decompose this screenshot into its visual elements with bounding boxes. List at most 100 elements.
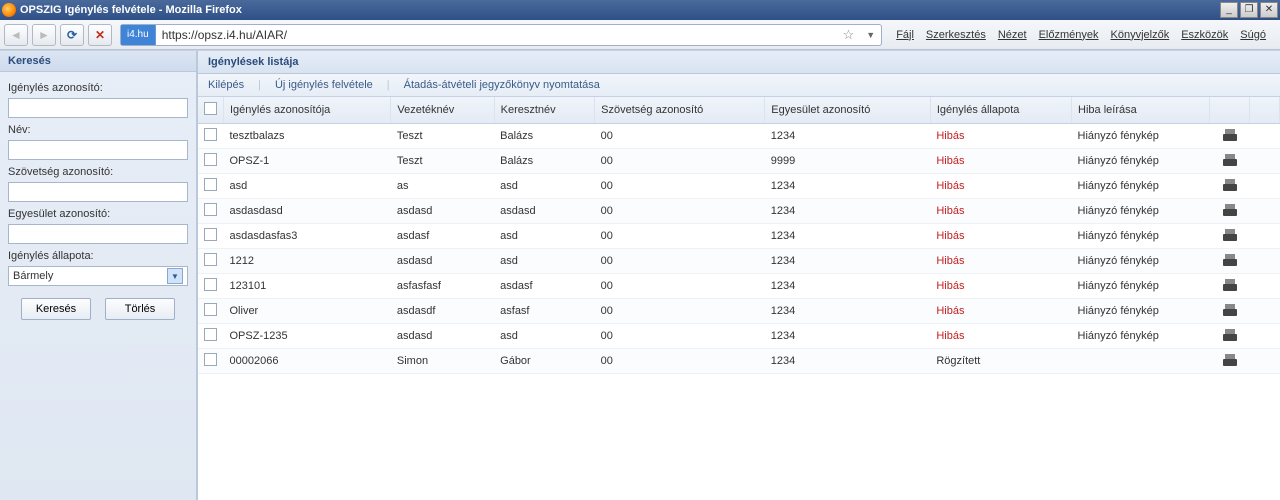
table-row[interactable]: OPSZ-1235asdasdasd001234HibásHiányzó fén… <box>198 324 1280 349</box>
reload-button[interactable]: ⟳ <box>60 24 84 46</box>
menu-item[interactable]: Szerkesztés <box>926 29 986 41</box>
cell-club: 1234 <box>765 324 931 349</box>
table-row[interactable]: tesztbalazsTesztBalázs001234HibásHiányzó… <box>198 124 1280 149</box>
table-row[interactable]: Oliverasdasdfasfasf001234HibásHiányzó fé… <box>198 299 1280 324</box>
requests-table: Igénylés azonosítója Vezetéknév Keresztn… <box>198 97 1280 374</box>
row-checkbox[interactable] <box>198 124 224 149</box>
action-new[interactable]: Új igénylés felvétele <box>275 79 373 91</box>
address-bar[interactable]: i4.hu https://opsz.i4.hu/AIAR/ ☆ ▼ <box>120 24 882 46</box>
label-club: Egyesület azonosító: <box>8 208 188 220</box>
print-button[interactable] <box>1210 149 1250 174</box>
input-club[interactable] <box>8 224 188 244</box>
print-button[interactable] <box>1210 324 1250 349</box>
label-name: Név: <box>8 124 188 136</box>
print-button[interactable] <box>1210 124 1250 149</box>
row-checkbox[interactable] <box>198 199 224 224</box>
browser-toolbar: ◄ ► ⟳ ✕ i4.hu https://opsz.i4.hu/AIAR/ ☆… <box>0 20 1280 50</box>
select-status[interactable]: Bármely ▼ <box>8 266 188 286</box>
cell-firstname: asd <box>494 174 595 199</box>
cell-club: 1234 <box>765 349 931 374</box>
input-id[interactable] <box>8 98 188 118</box>
cell-id: 00002066 <box>224 349 391 374</box>
cell-firstname: asd <box>494 249 595 274</box>
menu-item[interactable]: Könyvjelzők <box>1111 29 1170 41</box>
col-status[interactable]: Igénylés állapota <box>930 97 1071 124</box>
printer-icon <box>1223 204 1237 216</box>
row-checkbox[interactable] <box>198 274 224 299</box>
cell-club: 1234 <box>765 199 931 224</box>
sidebar-header: Keresés <box>0 51 196 72</box>
cell-firstname: Gábor <box>494 349 595 374</box>
cell-status: Hibás <box>930 174 1071 199</box>
minimize-button[interactable]: _ <box>1220 2 1238 18</box>
cell-club: 1234 <box>765 174 931 199</box>
content-header: Igénylések listája <box>198 51 1280 74</box>
row-checkbox[interactable] <box>198 149 224 174</box>
table-row[interactable]: OPSZ-1TesztBalázs009999HibásHiányzó fény… <box>198 149 1280 174</box>
cell-lastname: Simon <box>391 349 494 374</box>
stop-button[interactable]: ✕ <box>88 24 112 46</box>
back-button[interactable]: ◄ <box>4 24 28 46</box>
printer-icon <box>1223 229 1237 241</box>
print-button[interactable] <box>1210 224 1250 249</box>
bookmark-star-icon[interactable]: ☆ <box>837 27 861 43</box>
print-button[interactable] <box>1210 274 1250 299</box>
search-button[interactable]: Keresés <box>21 298 91 320</box>
col-error[interactable]: Hiba leírása <box>1072 97 1210 124</box>
input-federation[interactable] <box>8 182 188 202</box>
action-print[interactable]: Átadás-átvételi jegyzőkönyv nyomtatása <box>404 79 600 91</box>
row-checkbox[interactable] <box>198 174 224 199</box>
print-button[interactable] <box>1210 299 1250 324</box>
table-row[interactable]: 123101asfasfasfasdasf001234HibásHiányzó … <box>198 274 1280 299</box>
input-name[interactable] <box>8 140 188 160</box>
header-checkbox[interactable] <box>198 97 224 124</box>
restore-button[interactable]: ❐ <box>1240 2 1258 18</box>
clear-button[interactable]: Törlés <box>105 298 175 320</box>
window-title: OPSZIG Igénylés felvétele - Mozilla Fire… <box>20 4 242 16</box>
url-dropdown-icon[interactable]: ▼ <box>860 30 881 40</box>
row-checkbox[interactable] <box>198 224 224 249</box>
row-checkbox[interactable] <box>198 299 224 324</box>
col-lastname[interactable]: Vezetéknév <box>391 97 494 124</box>
cell-club: 9999 <box>765 149 931 174</box>
menu-item[interactable]: Eszközök <box>1181 29 1228 41</box>
close-button[interactable]: ✕ <box>1260 2 1278 18</box>
col-id[interactable]: Igénylés azonosítója <box>224 97 391 124</box>
printer-icon <box>1223 154 1237 166</box>
window-titlebar: OPSZIG Igénylés felvétele - Mozilla Fire… <box>0 0 1280 20</box>
cell-error: Hiányzó fénykép <box>1072 174 1210 199</box>
printer-icon <box>1223 329 1237 341</box>
row-checkbox[interactable] <box>198 349 224 374</box>
table-row[interactable]: asdasdasdasdasdasdasd001234HibásHiányzó … <box>198 199 1280 224</box>
menu-item[interactable]: Előzmények <box>1039 29 1099 41</box>
col-federation[interactable]: Szövetség azonosító <box>595 97 765 124</box>
printer-icon <box>1223 304 1237 316</box>
cell-error: Hiányzó fénykép <box>1072 124 1210 149</box>
table-row[interactable]: 1212asdasdasd001234HibásHiányzó fénykép <box>198 249 1280 274</box>
table-row[interactable]: asdasdasfas3asdasfasd001234HibásHiányzó … <box>198 224 1280 249</box>
row-checkbox[interactable] <box>198 249 224 274</box>
print-button[interactable] <box>1210 199 1250 224</box>
cell-federation: 00 <box>595 299 765 324</box>
table-row[interactable]: 00002066SimonGábor001234Rögzített <box>198 349 1280 374</box>
forward-button[interactable]: ► <box>32 24 56 46</box>
cell-status: Hibás <box>930 274 1071 299</box>
menu-item[interactable]: Súgó <box>1240 29 1266 41</box>
menu-item[interactable]: Fájl <box>896 29 914 41</box>
label-id: Igénylés azonosító: <box>8 82 188 94</box>
col-firstname[interactable]: Keresztnév <box>494 97 595 124</box>
cell-status: Hibás <box>930 324 1071 349</box>
print-button[interactable] <box>1210 249 1250 274</box>
table-row[interactable]: asdasasd001234HibásHiányzó fénykép <box>198 174 1280 199</box>
print-button[interactable] <box>1210 349 1250 374</box>
cell-error <box>1072 349 1210 374</box>
cell-error: Hiányzó fénykép <box>1072 274 1210 299</box>
col-club[interactable]: Egyesület azonosító <box>765 97 931 124</box>
url-text: https://opsz.i4.hu/AIAR/ <box>156 28 837 42</box>
action-logout[interactable]: Kilépés <box>208 79 244 91</box>
print-button[interactable] <box>1210 174 1250 199</box>
cell-id: OPSZ-1235 <box>224 324 391 349</box>
row-checkbox[interactable] <box>198 324 224 349</box>
cell-error: Hiányzó fénykép <box>1072 324 1210 349</box>
menu-item[interactable]: Nézet <box>998 29 1027 41</box>
